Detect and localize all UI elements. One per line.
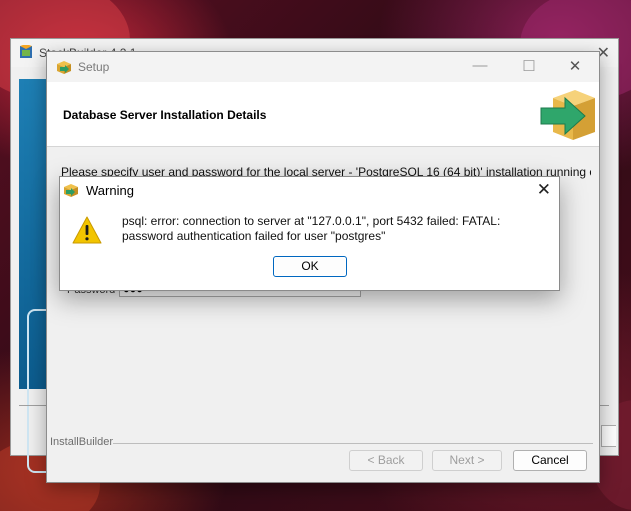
next-button[interactable]: Next > (432, 450, 502, 471)
minimize-icon[interactable]: — (470, 57, 490, 74)
stackbuilder-button[interactable] (601, 425, 616, 447)
warning-dialog: Warning ✕ psql: error: connection to ser… (59, 176, 560, 291)
installbuilder-box-icon (64, 184, 78, 197)
divider (113, 443, 593, 444)
stackbuilder-app-icon (20, 45, 32, 58)
close-icon[interactable]: ✕ (537, 180, 551, 200)
warning-titlebar: Warning ✕ (60, 177, 559, 205)
setup-header: Database Server Installation Details (47, 82, 599, 147)
warning-triangle-icon (72, 216, 102, 244)
ok-button[interactable]: OK (273, 256, 347, 277)
cancel-button[interactable]: Cancel (513, 450, 587, 471)
warning-message: psql: error: connection to server at "12… (122, 214, 501, 243)
installbuilder-label: InstallBuilder (50, 436, 113, 448)
installbuilder-box-icon (57, 61, 71, 74)
warning-body: psql: error: connection to server at "12… (60, 205, 559, 290)
setup-titlebar: Setup — ☐ ✕ (47, 52, 599, 82)
close-icon[interactable]: ✕ (565, 57, 585, 75)
back-button[interactable]: < Back (349, 450, 423, 471)
maximize-icon[interactable]: ☐ (519, 57, 539, 75)
warning-title: Warning (86, 183, 134, 198)
page-title: Database Server Installation Details (63, 108, 267, 122)
installbuilder-box-icon (540, 90, 595, 140)
setup-title: Setup (78, 60, 110, 74)
